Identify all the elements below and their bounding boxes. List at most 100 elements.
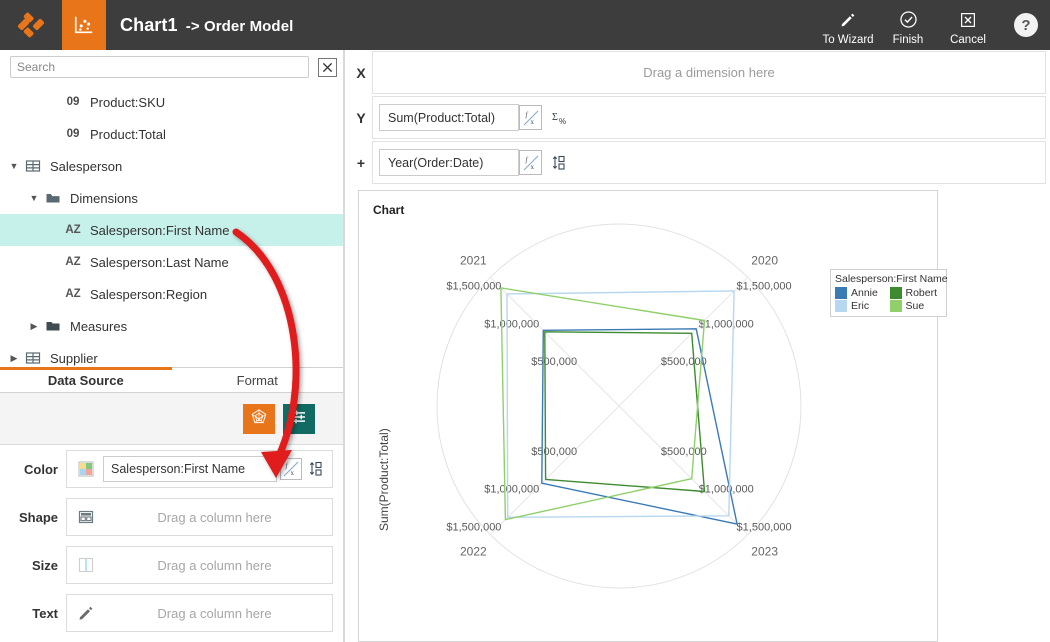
tree-item[interactable]: AZSalesperson:Region bbox=[0, 278, 345, 310]
svg-text:$1,000,000: $1,000,000 bbox=[484, 318, 539, 330]
legend-title: Salesperson:First Name bbox=[835, 273, 942, 285]
axis-shelves: X Drag a dimension here Y Sum(Product:Total… bbox=[346, 50, 1050, 185]
axis-placeholder: Drag a dimension here bbox=[379, 65, 1039, 80]
fx-icon[interactable]: fx bbox=[519, 150, 542, 175]
svg-text:x: x bbox=[291, 469, 295, 477]
tree-item-label: Salesperson:Last Name bbox=[90, 255, 229, 270]
tree-item[interactable]: 09Product:Total bbox=[0, 118, 345, 150]
svg-text:$1,500,000: $1,500,000 bbox=[737, 522, 792, 534]
shelf-label: Size bbox=[0, 558, 66, 573]
to-wizard-button[interactable]: To Wizard bbox=[818, 5, 878, 46]
axis-letter: X bbox=[350, 65, 372, 81]
table-icon bbox=[22, 158, 44, 174]
radar-chart-icon bbox=[250, 408, 268, 429]
sum-percent-icon[interactable]: Σ% bbox=[552, 110, 568, 126]
panel-divider bbox=[343, 50, 345, 642]
svg-text:$1,000,000: $1,000,000 bbox=[484, 484, 539, 496]
fx-icon[interactable]: fx bbox=[519, 105, 542, 130]
svg-text:2020: 2020 bbox=[751, 253, 778, 267]
size-icon bbox=[71, 557, 101, 573]
shelf-placeholder: Drag a column here bbox=[101, 510, 328, 525]
legend-swatch bbox=[890, 287, 902, 299]
sort-numeric-icon[interactable] bbox=[306, 461, 328, 477]
legend-item[interactable]: Annie bbox=[835, 287, 888, 299]
tree-item[interactable]: ▼Salesperson bbox=[0, 150, 345, 182]
tab-data-source[interactable]: Data Source bbox=[0, 368, 172, 392]
folder-open-icon bbox=[42, 190, 64, 206]
radar-chart-button[interactable] bbox=[243, 404, 275, 434]
svg-text:$1,500,000: $1,500,000 bbox=[446, 522, 501, 534]
app-header: Chart1 -> Order Model To Wizard bbox=[0, 0, 1050, 50]
shelf-toolbar bbox=[0, 393, 343, 445]
finish-button[interactable]: Finish bbox=[878, 5, 938, 46]
shelf-dropzone[interactable]: Salesperson:First Name fx bbox=[66, 450, 333, 488]
svg-text:2023: 2023 bbox=[751, 545, 778, 559]
cancel-label: Cancel bbox=[950, 34, 986, 46]
legend-item[interactable]: Robert bbox=[890, 287, 943, 299]
shape-icon bbox=[71, 509, 101, 525]
chevron-right-icon[interactable]: ▶ bbox=[6, 353, 22, 364]
legend-swatch bbox=[890, 300, 902, 312]
shelf-label: Color bbox=[0, 462, 66, 477]
sliders-icon bbox=[290, 408, 308, 429]
legend-label: Robert bbox=[906, 287, 938, 299]
shelf-dropzone[interactable]: Drag a column here bbox=[66, 594, 333, 632]
sort-numeric-icon[interactable] bbox=[552, 155, 568, 171]
svg-text:%: % bbox=[559, 117, 566, 126]
table-icon bbox=[22, 350, 44, 366]
help-button[interactable]: ? bbox=[1014, 13, 1038, 37]
tree-item[interactable]: AZSalesperson:First Name bbox=[0, 214, 345, 246]
svg-text:Σ: Σ bbox=[552, 112, 558, 123]
axis-letter: Y bbox=[350, 110, 372, 126]
axis-field-pill[interactable]: Sum(Product:Total) bbox=[379, 104, 519, 131]
tree-item[interactable]: AZSalesperson:Last Name bbox=[0, 246, 345, 278]
svg-text:$1,500,000: $1,500,000 bbox=[446, 280, 501, 292]
chevron-down-icon[interactable]: ▼ bbox=[6, 161, 22, 171]
pencil-icon bbox=[839, 9, 857, 31]
tree-item[interactable]: ▼ Dimensions bbox=[0, 182, 345, 214]
chart-panel: Chart Sum(Product:Total) $500,000$1,000,… bbox=[358, 190, 938, 642]
axis-dropzone[interactable]: Drag a dimension here bbox=[372, 51, 1046, 94]
encoding-shelves: ColorSalesperson:First NamefxShapeDrag a… bbox=[0, 445, 343, 637]
legend-label: Annie bbox=[851, 287, 878, 299]
pencil-icon bbox=[71, 605, 101, 621]
legend-label: Eric bbox=[851, 300, 869, 312]
shelf-field-label: Salesperson:First Name bbox=[111, 462, 245, 476]
axis-dropzone[interactable]: Sum(Product:Total)fxΣ% bbox=[372, 96, 1046, 139]
folder-icon bbox=[42, 318, 64, 334]
svg-text:$1,000,000: $1,000,000 bbox=[699, 318, 754, 330]
axis-letter: + bbox=[350, 155, 372, 171]
scatter-chart-icon[interactable] bbox=[62, 0, 106, 50]
shelf-field-pill[interactable]: Salesperson:First Name bbox=[103, 456, 277, 482]
shelf-dropzone[interactable]: Drag a column here bbox=[66, 498, 333, 536]
chevron-right-icon[interactable]: ▶ bbox=[26, 321, 42, 332]
chart-workspace: X Drag a dimension here Y Sum(Product:Total… bbox=[346, 50, 1050, 642]
axis-field-pill[interactable]: Year(Order:Date) bbox=[379, 149, 519, 176]
shelf-placeholder: Drag a column here bbox=[101, 558, 328, 573]
cancel-button[interactable]: Cancel bbox=[938, 5, 998, 46]
text-az-icon: AZ bbox=[62, 288, 84, 300]
legend-item[interactable]: Sue bbox=[890, 300, 943, 312]
svg-text:f: f bbox=[525, 111, 528, 119]
tab-format[interactable]: Format bbox=[172, 368, 344, 392]
tree-item[interactable]: 09Product:SKU bbox=[0, 86, 345, 118]
tree-item-label: Dimensions bbox=[70, 191, 138, 206]
chart-settings-button[interactable] bbox=[283, 404, 315, 434]
svg-text:x: x bbox=[530, 118, 534, 126]
search-row: Search bbox=[0, 50, 345, 84]
svg-text:$500,000: $500,000 bbox=[531, 446, 577, 458]
shelf-dropzone[interactable]: Drag a column here bbox=[66, 546, 333, 584]
svg-text:2022: 2022 bbox=[460, 545, 487, 559]
fx-icon[interactable]: fx bbox=[280, 458, 302, 480]
model-name: -> Order Model bbox=[186, 18, 294, 35]
search-clear-button[interactable] bbox=[318, 58, 337, 77]
chevron-down-icon[interactable]: ▼ bbox=[26, 193, 42, 203]
chart-legend: Salesperson:First Name Annie Robert Eric Su… bbox=[830, 269, 947, 317]
search-input[interactable]: Search bbox=[10, 56, 309, 78]
svg-text:f: f bbox=[525, 156, 528, 164]
tree-item[interactable]: ▶Measures bbox=[0, 310, 345, 342]
svg-text:$1,000,000: $1,000,000 bbox=[699, 484, 754, 496]
tree-item-label: Supplier bbox=[50, 351, 98, 366]
legend-item[interactable]: Eric bbox=[835, 300, 888, 312]
axis-dropzone[interactable]: Year(Order:Date)fx bbox=[372, 141, 1046, 184]
